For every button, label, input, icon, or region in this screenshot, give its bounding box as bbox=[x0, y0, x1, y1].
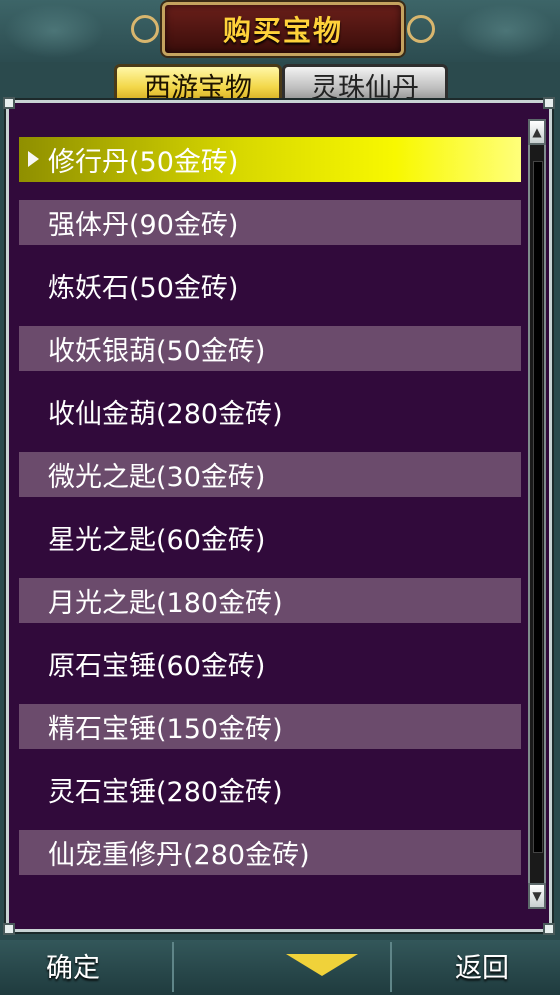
panel-corner bbox=[3, 97, 15, 109]
list-item[interactable]: 精石宝锤(150金砖) bbox=[19, 704, 521, 749]
panel-corner bbox=[3, 923, 15, 935]
list-item[interactable]: 强体丹(90金砖) bbox=[19, 200, 521, 245]
cloud-ornament-right bbox=[456, 4, 556, 58]
list-item-label: 灵石宝锤(280金砖) bbox=[48, 777, 283, 808]
list-item-label: 炼妖石(50金砖) bbox=[48, 273, 239, 304]
list-item-label: 强体丹(90金砖) bbox=[48, 210, 239, 241]
cloud-ornament-left bbox=[4, 4, 104, 58]
list-item[interactable]: 星光之匙(60金砖) bbox=[19, 515, 521, 560]
list-item[interactable]: 月光之匙(180金砖) bbox=[19, 578, 521, 623]
list-item-label: 收妖银葫(50金砖) bbox=[48, 336, 266, 367]
panel-corner bbox=[543, 97, 555, 109]
list-item[interactable]: 收仙金葫(280金砖) bbox=[19, 389, 521, 434]
title-plate: 购买宝物 bbox=[131, 2, 435, 56]
list-item-label: 微光之匙(30金砖) bbox=[48, 462, 266, 493]
arrow-up-icon[interactable]: ▲ bbox=[528, 119, 546, 145]
list-item-label: 星光之匙(60金砖) bbox=[48, 525, 266, 556]
list-item-label: 原石宝锤(60金砖) bbox=[48, 651, 266, 682]
list-item[interactable]: 仙宠重修丹(280金砖) bbox=[19, 830, 521, 875]
pointer-triangle-icon bbox=[28, 151, 39, 167]
scrollbar[interactable]: ▲ ▼ bbox=[528, 119, 546, 909]
list-item-label: 收仙金葫(280金砖) bbox=[48, 399, 283, 430]
list-item[interactable]: 灵石宝锤(280金砖) bbox=[19, 767, 521, 812]
footer-divider bbox=[390, 942, 392, 992]
list-item-label: 精石宝锤(150金砖) bbox=[48, 714, 283, 745]
header-bar: 购买宝物 bbox=[0, 0, 560, 62]
arrow-down-icon[interactable]: ▼ bbox=[528, 883, 546, 909]
list-item-label: 仙宠重修丹(280金砖) bbox=[48, 840, 310, 871]
list-item-selected[interactable]: 修行丹(50金砖) bbox=[19, 137, 521, 182]
list-item[interactable]: 微光之匙(30金砖) bbox=[19, 452, 521, 497]
ornament-right-icon bbox=[407, 15, 435, 43]
item-list-panel: 修行丹(50金砖) 强体丹(90金砖) 炼妖石(50金砖) 收妖银葫(50金砖)… bbox=[3, 97, 555, 935]
chevron-down-icon[interactable] bbox=[286, 954, 358, 976]
list-item[interactable]: 炼妖石(50金砖) bbox=[19, 263, 521, 308]
footer-divider bbox=[172, 942, 174, 992]
list-item[interactable]: 收妖银葫(50金砖) bbox=[19, 326, 521, 371]
ornament-left-icon bbox=[131, 15, 159, 43]
scrollbar-thumb[interactable] bbox=[533, 161, 543, 853]
page-title: 购买宝物 bbox=[222, 14, 343, 47]
list-item-label: 修行丹(50金砖) bbox=[48, 147, 239, 178]
back-button[interactable]: 返回 bbox=[455, 946, 509, 985]
confirm-button[interactable]: 确定 bbox=[46, 946, 100, 985]
footer-bar: 确定 返回 bbox=[0, 940, 560, 995]
list-item[interactable]: 原石宝锤(60金砖) bbox=[19, 641, 521, 686]
treasure-list: 修行丹(50金砖) 强体丹(90金砖) 炼妖石(50金砖) 收妖银葫(50金砖)… bbox=[19, 137, 521, 893]
list-item-label: 月光之匙(180金砖) bbox=[48, 588, 283, 619]
panel-corner bbox=[543, 923, 555, 935]
